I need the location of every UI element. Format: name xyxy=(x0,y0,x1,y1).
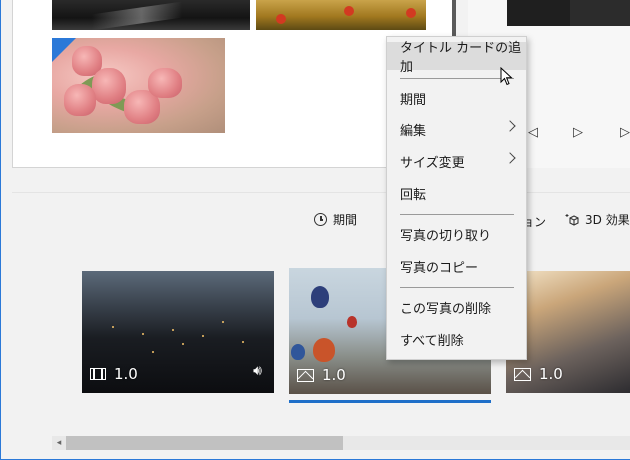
poppy-shape xyxy=(344,6,354,16)
clip-duration-label: 1.0 xyxy=(514,365,563,383)
panel-divider[interactable] xyxy=(12,168,630,193)
menu-item-label: すべて削除 xyxy=(400,333,464,349)
menu-item-delete-all[interactable]: すべて削除 xyxy=(387,325,526,353)
tulip-shape xyxy=(92,68,126,104)
library-thumbnail-night-city[interactable] xyxy=(52,0,250,30)
toolbar-duration-button[interactable]: 期間 xyxy=(314,211,357,228)
clip-duration-label: 1.0 xyxy=(297,366,346,384)
menu-item-rotate[interactable]: 回転 xyxy=(387,179,526,207)
menu-item-label: サイズ変更 xyxy=(400,155,465,171)
menu-item-duration[interactable]: 期間 xyxy=(387,84,526,112)
balloon-shape xyxy=(347,316,357,328)
menu-item-copy-photo[interactable]: 写真のコピー xyxy=(387,252,526,280)
menu-item-label: この写真の削除 xyxy=(400,301,492,317)
menu-item-label: 写真のコピー xyxy=(400,260,479,276)
poppy-shape xyxy=(406,8,416,18)
toolbar-3d-effects-button[interactable]: 3D 効果 xyxy=(565,211,630,228)
cube-sparkle-icon xyxy=(565,213,579,226)
menu-item-label: 編集 xyxy=(400,123,427,139)
tulip-shape xyxy=(148,68,182,98)
speaker-icon: 🔊︎ xyxy=(253,363,262,379)
scroll-left-arrow-icon[interactable]: ◂ xyxy=(52,436,66,450)
menu-separator xyxy=(400,214,514,215)
next-frame-button[interactable]: ▷ xyxy=(620,125,630,140)
clip-duration-value: 1.0 xyxy=(114,365,138,383)
storyboard-clip-video[interactable]: 1.0 🔊︎ xyxy=(82,271,274,393)
menu-item-label: 写真の切り取り xyxy=(400,228,492,244)
selected-indicator xyxy=(52,38,76,62)
picture-icon xyxy=(514,367,531,381)
menu-item-delete-this-photo[interactable]: この写真の削除 xyxy=(387,293,526,321)
storyboard-scrollbar-thumb[interactable] xyxy=(66,436,343,450)
toolbar-duration-label: 期間 xyxy=(333,213,358,227)
tulip-shape xyxy=(64,84,96,116)
menu-item-label: 回転 xyxy=(400,187,427,203)
balloon-shape xyxy=(311,286,329,308)
menu-item-label: 期間 xyxy=(400,92,427,108)
mouse-pointer-icon xyxy=(500,67,513,86)
chevron-right-icon xyxy=(504,120,516,132)
preview-screen xyxy=(507,0,630,26)
picture-icon xyxy=(297,368,314,382)
balloon-shape xyxy=(291,344,305,360)
toolbar-3d-effects-label: 3D 効果 xyxy=(585,213,630,227)
menu-separator xyxy=(400,78,514,79)
library-thumbnail-tulips[interactable] xyxy=(52,38,225,133)
film-icon xyxy=(90,368,106,380)
clip-duration-label: 1.0 xyxy=(90,365,138,383)
clip-duration-value: 1.0 xyxy=(539,365,563,383)
clock-icon xyxy=(314,213,327,226)
play-button[interactable]: ▷ xyxy=(573,125,583,140)
menu-item-edit[interactable]: 編集 xyxy=(387,115,526,143)
menu-item-cut-photo[interactable]: 写真の切り取り xyxy=(387,220,526,248)
balloon-shape xyxy=(313,338,335,362)
poppy-shape xyxy=(276,14,286,24)
clip-duration-value: 1.0 xyxy=(322,366,346,384)
library-thumbnail-poppies[interactable] xyxy=(256,0,426,30)
menu-separator xyxy=(400,287,514,288)
selected-clip-indicator xyxy=(289,400,491,403)
menu-item-add-title-card[interactable]: タイトル カードの追加 xyxy=(387,41,526,75)
chevron-right-icon xyxy=(504,152,516,164)
previous-frame-button[interactable]: ◁ xyxy=(528,125,538,140)
menu-item-resize[interactable]: サイズ変更 xyxy=(387,147,526,175)
